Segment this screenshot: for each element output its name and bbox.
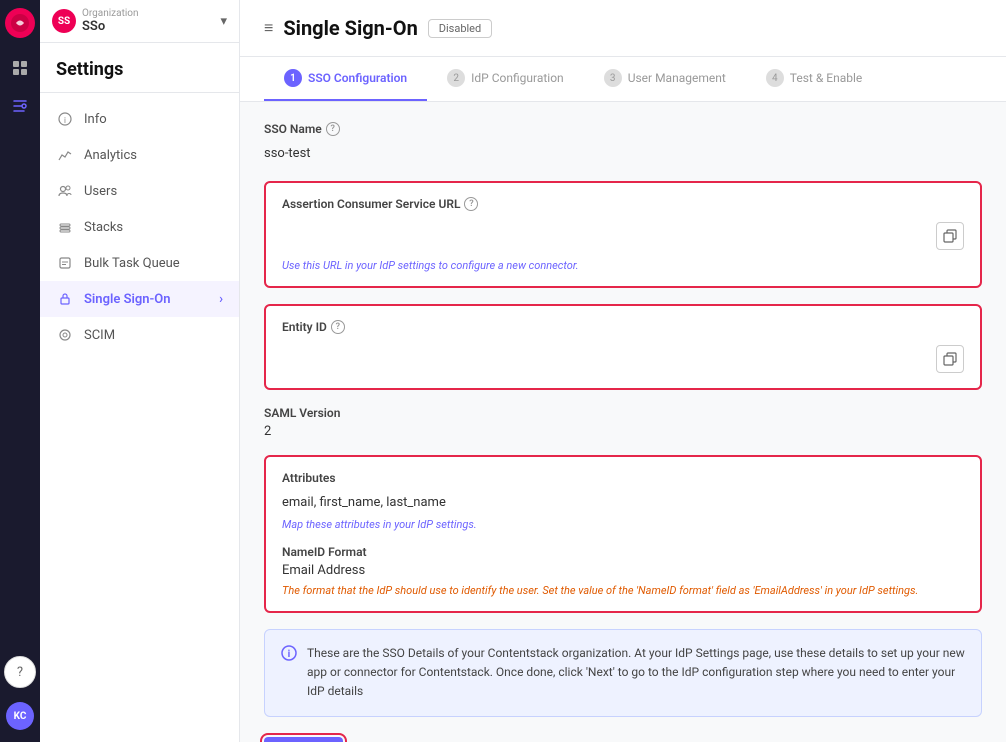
saml-version-label: SAML Version xyxy=(264,406,982,420)
chevron-right-icon: › xyxy=(219,292,223,307)
acs-url-helper-text: Use this URL in your IdP settings to con… xyxy=(282,259,964,272)
acs-url-copy-area xyxy=(282,221,964,251)
grid-icon[interactable] xyxy=(4,52,36,84)
attributes-value: email, first_name, last_name xyxy=(282,495,964,510)
tab-label-idp: IdP Configuration xyxy=(471,71,564,85)
tab-user-management[interactable]: 3 User Management xyxy=(584,57,746,101)
saml-version-value: 2 xyxy=(264,424,982,439)
org-label: Organization xyxy=(82,8,214,19)
sidebar-item-stacks-label: Stacks xyxy=(84,220,223,235)
users-icon xyxy=(56,182,74,200)
sidebar-item-info[interactable]: i Info xyxy=(40,101,239,137)
sidebar-item-users[interactable]: Users xyxy=(40,173,239,209)
avatar[interactable]: KC xyxy=(6,702,34,730)
tab-label-user-mgmt: User Management xyxy=(628,71,726,85)
tab-idp-configuration[interactable]: 2 IdP Configuration xyxy=(427,57,584,101)
sidebar: SS Organization SSo ▾ Settings i Info An… xyxy=(40,0,240,742)
tab-num-2: 2 xyxy=(447,69,465,87)
acs-url-label: Assertion Consumer Service URL ? xyxy=(282,197,964,211)
bulk-task-icon xyxy=(56,254,74,272)
info-box-icon: i xyxy=(281,645,297,702)
lock-icon xyxy=(56,290,74,308)
sidebar-item-bulk-task-queue[interactable]: Bulk Task Queue xyxy=(40,245,239,281)
tab-sso-configuration[interactable]: 1 SSO Configuration xyxy=(264,57,427,101)
main-content: ≡ Single Sign-On Disabled 1 SSO Configur… xyxy=(240,0,1006,742)
scim-icon xyxy=(56,326,74,344)
nameid-format-value: Email Address xyxy=(282,563,964,578)
tab-label-test-enable: Test & Enable xyxy=(790,71,862,85)
info-box: i These are the SSO Details of your Cont… xyxy=(264,629,982,717)
main-header: ≡ Single Sign-On Disabled xyxy=(240,0,1006,57)
settings-icon[interactable] xyxy=(4,90,36,122)
saml-version-section: SAML Version 2 xyxy=(264,406,982,439)
sidebar-item-single-sign-on[interactable]: Single Sign-On › xyxy=(40,281,239,317)
sidebar-item-users-label: Users xyxy=(84,184,223,199)
info-box-text: These are the SSO Details of your Conten… xyxy=(307,644,965,702)
tab-test-enable[interactable]: 4 Test & Enable xyxy=(746,57,882,101)
svg-text:i: i xyxy=(64,116,66,125)
nameid-format-desc: The format that the IdP should use to id… xyxy=(282,584,964,597)
tab-label-sso: SSO Configuration xyxy=(308,71,407,85)
entity-id-copy-area xyxy=(282,344,964,374)
sidebar-item-scim[interactable]: SCIM xyxy=(40,317,239,353)
sidebar-item-info-label: Info xyxy=(84,112,223,127)
svg-text:i: i xyxy=(288,649,291,660)
org-name: SSo xyxy=(82,19,214,34)
attributes-label: Attributes xyxy=(282,471,964,485)
nameid-format-label: NameID Format xyxy=(282,545,964,559)
tab-num-4: 4 xyxy=(766,69,784,87)
org-chevron-icon: ▾ xyxy=(220,14,227,29)
sso-name-help-icon[interactable]: ? xyxy=(326,122,340,136)
page-title: Single Sign-On xyxy=(283,16,417,40)
hamburger-icon: ≡ xyxy=(264,18,273,38)
sso-name-group: SSO Name ? sso-test xyxy=(264,122,982,165)
status-badge: Disabled xyxy=(428,19,492,38)
tab-num-3: 3 xyxy=(604,69,622,87)
app-logo[interactable] xyxy=(5,8,35,38)
org-info: Organization SSo xyxy=(82,8,214,34)
tabs-bar: 1 SSO Configuration 2 IdP Configuration … xyxy=(240,57,1006,102)
sidebar-title: Settings xyxy=(56,59,223,80)
icon-bar: ? KC xyxy=(0,0,40,742)
acs-url-copy-button[interactable] xyxy=(936,222,964,250)
form-content: SSO Name ? sso-test Assertion Consumer S… xyxy=(240,102,1006,742)
info-icon: i xyxy=(56,110,74,128)
tab-num-1: 1 xyxy=(284,69,302,87)
attributes-section: Attributes email, first_name, last_name … xyxy=(264,455,982,613)
sidebar-item-analytics-label: Analytics xyxy=(84,148,223,163)
entity-id-copy-button[interactable] xyxy=(936,345,964,373)
sidebar-nav: i Info Analytics Users Stacks xyxy=(40,93,239,742)
acs-url-section: Assertion Consumer Service URL ? Use thi… xyxy=(264,181,982,288)
org-icon: SS xyxy=(52,9,76,33)
sso-name-value: sso-test xyxy=(264,142,982,165)
entity-id-help-icon[interactable]: ? xyxy=(331,320,345,334)
sidebar-item-bulk-task-label: Bulk Task Queue xyxy=(84,256,223,271)
sidebar-item-sso-label: Single Sign-On xyxy=(84,292,209,307)
acs-url-help-icon[interactable]: ? xyxy=(464,197,478,211)
sidebar-header: Settings xyxy=(40,43,239,93)
entity-id-label: Entity ID ? xyxy=(282,320,964,334)
analytics-icon xyxy=(56,146,74,164)
sidebar-item-scim-label: SCIM xyxy=(84,328,223,343)
sidebar-item-analytics[interactable]: Analytics xyxy=(40,137,239,173)
help-button[interactable]: ? xyxy=(4,656,36,688)
attributes-helper-text: Map these attributes in your IdP setting… xyxy=(282,518,964,531)
sso-name-label: SSO Name ? xyxy=(264,122,982,136)
sidebar-item-stacks[interactable]: Stacks xyxy=(40,209,239,245)
next-button[interactable]: Next › xyxy=(264,737,343,742)
org-selector[interactable]: SS Organization SSo ▾ xyxy=(40,0,239,43)
stacks-icon xyxy=(56,218,74,236)
entity-id-section: Entity ID ? xyxy=(264,304,982,390)
